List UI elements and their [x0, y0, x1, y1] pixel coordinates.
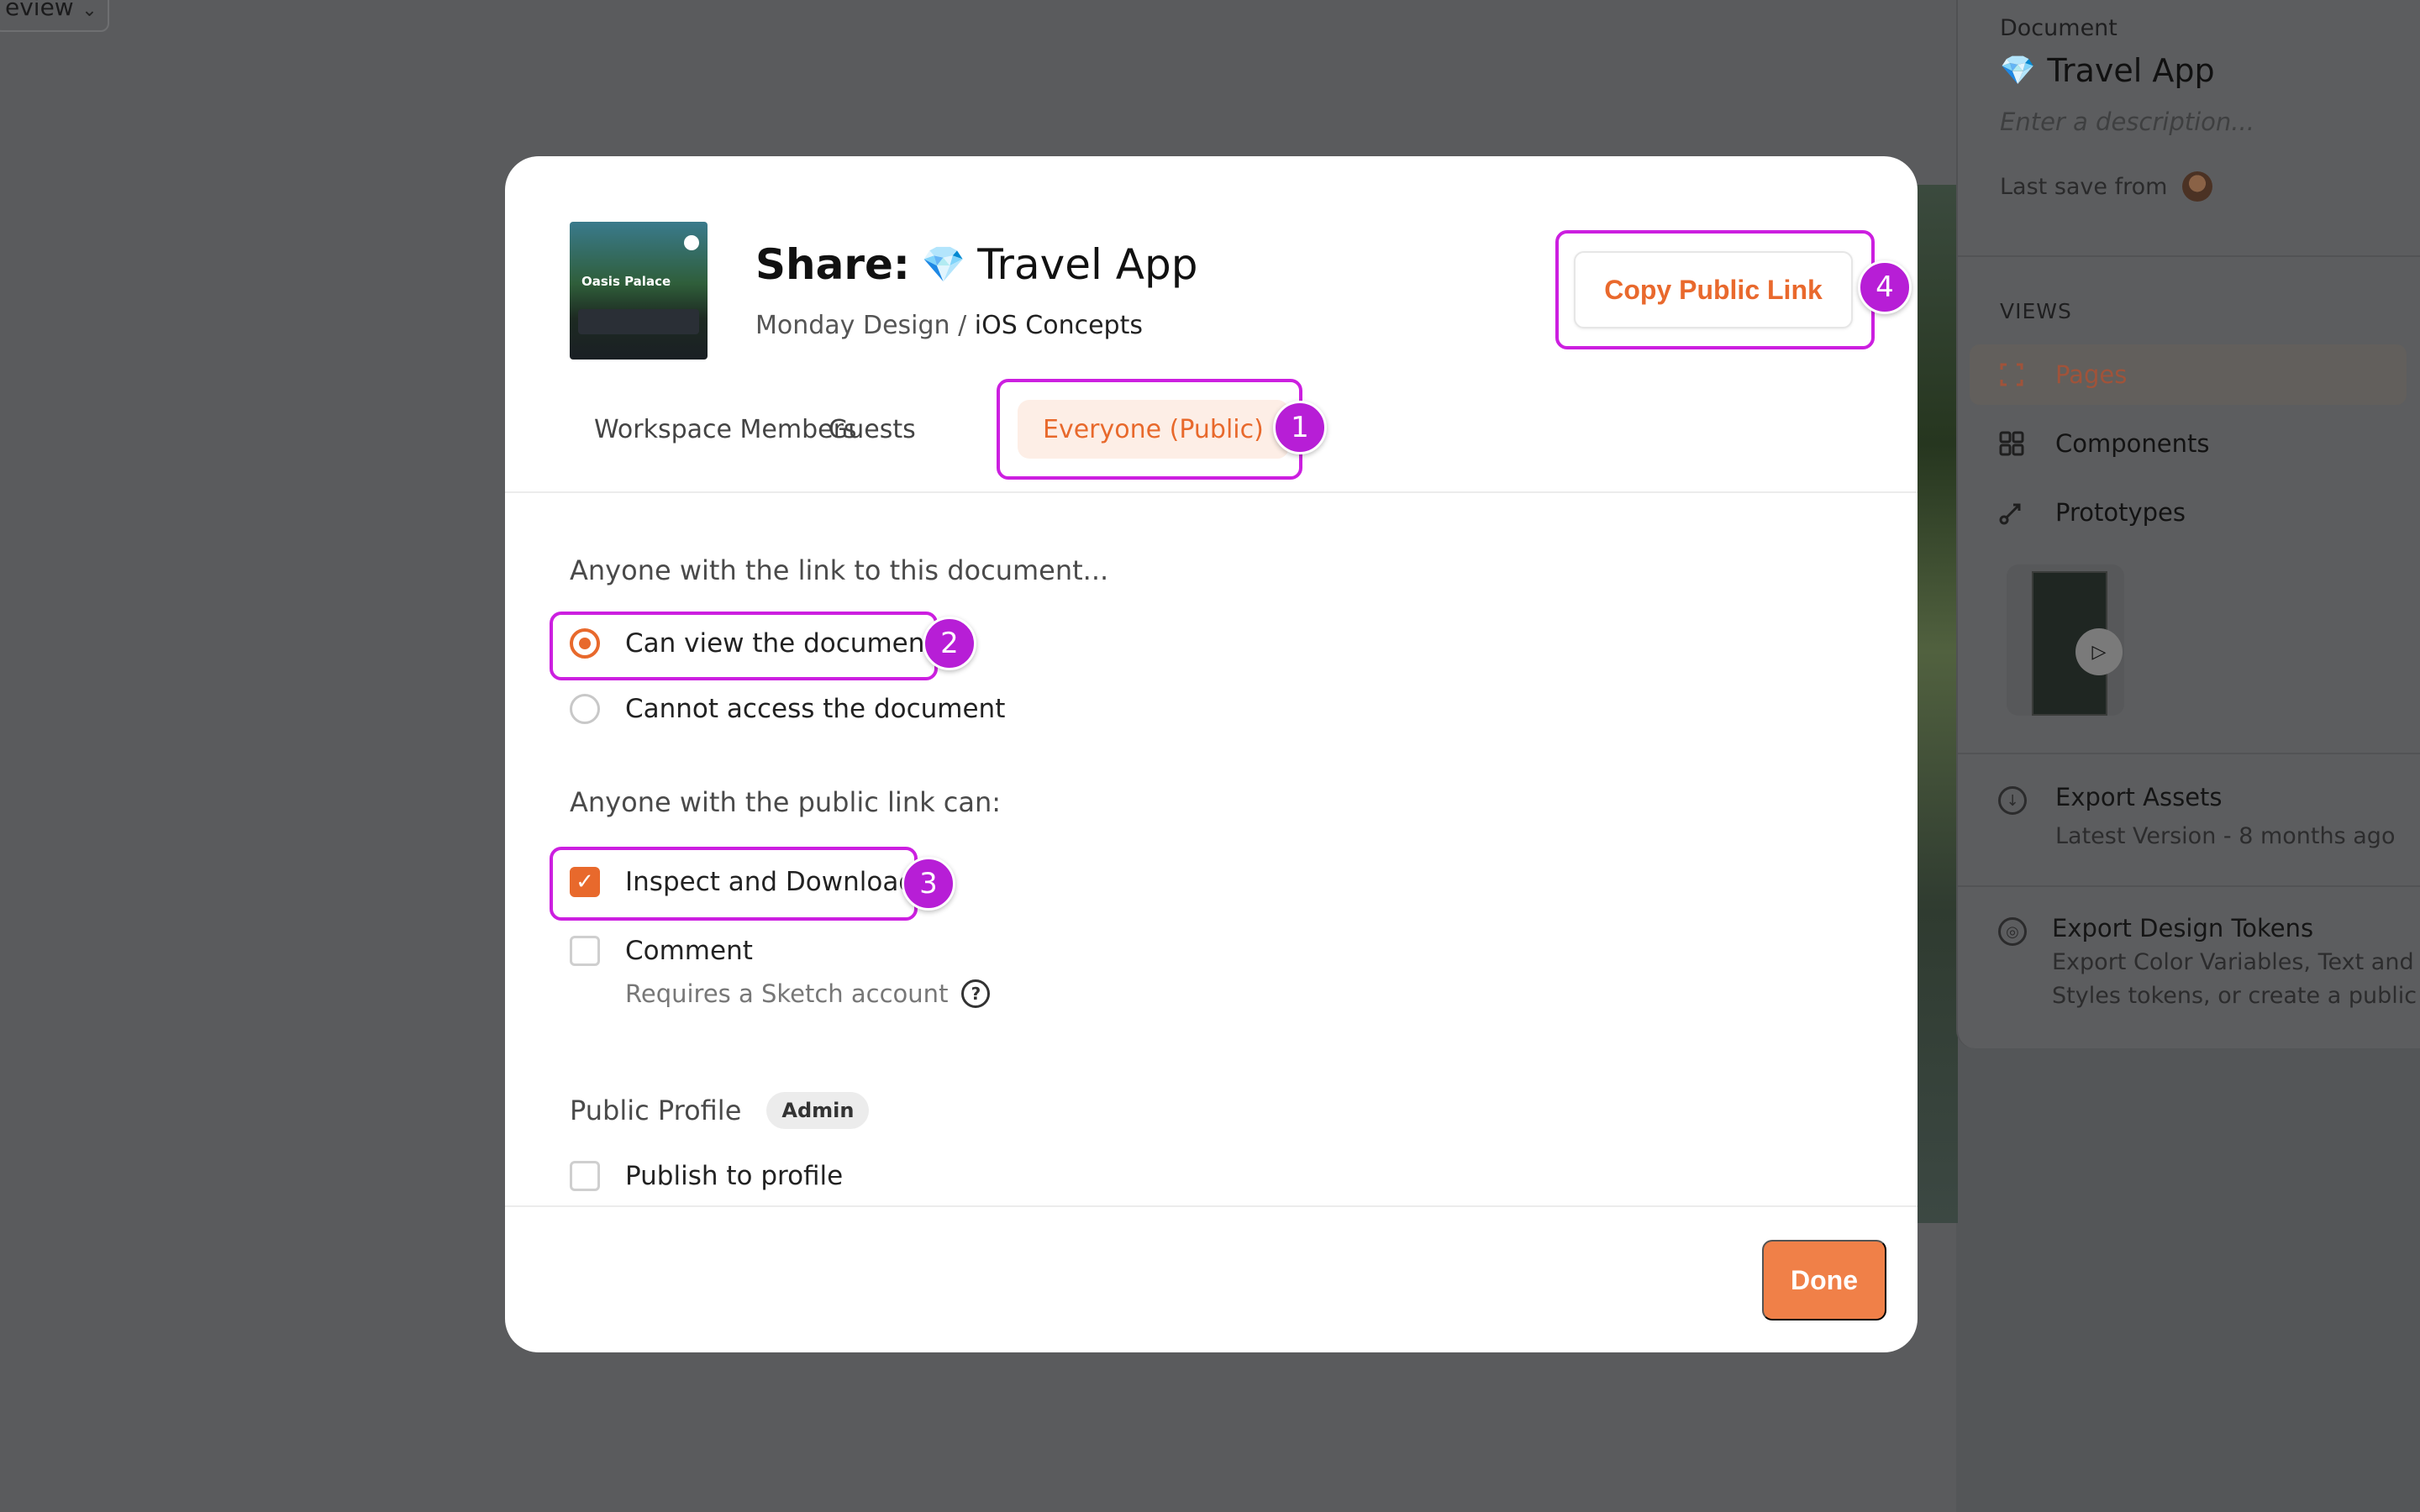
checkbox-comment[interactable]: Comment: [570, 936, 753, 966]
checkbox-label: Comment: [625, 936, 753, 966]
view-dropdown[interactable]: eview ⌄: [0, 0, 109, 32]
export-assets-title: Export Assets: [2055, 783, 2223, 811]
components-icon: [1995, 430, 2028, 457]
description-field[interactable]: Enter a description...: [2000, 108, 2254, 136]
thumbnail-bar: [578, 309, 699, 334]
share-dialog: Oasis Palace Share: 💎 Travel App Monday …: [505, 156, 1918, 1352]
sidebar-item-prototypes[interactable]: Prototypes: [1970, 482, 2407, 543]
last-save: Last save from: [2000, 171, 2213, 202]
checkbox-inspect-download[interactable]: ✓ Inspect and Download: [570, 867, 915, 897]
divider: [505, 491, 1918, 493]
export-tokens-subtitle-line: Styles tokens, or create a public: [2052, 983, 2417, 1009]
annotation-badge-1: 1: [1273, 401, 1327, 454]
breadcrumb-workspace[interactable]: Monday Design: [755, 311, 950, 340]
divider: [1958, 885, 2420, 887]
document-panel: Document 💎 Travel App Enter a descriptio…: [1956, 0, 2420, 1048]
gem-icon: 💎: [2000, 54, 2036, 87]
requirement-text: Requires a Sketch account: [625, 979, 949, 1008]
help-icon[interactable]: ?: [961, 979, 991, 1008]
thumbnail-dot: [684, 235, 699, 250]
radio-button-selected[interactable]: [570, 628, 600, 659]
avatar: [2182, 171, 2213, 202]
views-heading: VIEWS: [2000, 299, 2072, 323]
access-section-label: Anyone with the link to this document...: [570, 554, 1109, 586]
chevron-down-icon: ⌄: [82, 0, 97, 21]
export-design-tokens[interactable]: ◎ Export Design Tokens Export Color Vari…: [1998, 914, 2417, 1013]
thumbnail-title: Oasis Palace: [581, 274, 671, 289]
sidebar-item-label: Prototypes: [2055, 498, 2186, 527]
download-icon: ↓: [1998, 786, 2027, 815]
gem-icon: 💎: [921, 244, 966, 285]
radio-cannot-access[interactable]: Cannot access the document: [570, 694, 1005, 724]
checkbox-label: Inspect and Download: [625, 867, 916, 897]
radio-can-view[interactable]: Can view the document: [570, 628, 935, 659]
annotation-badge-3: 3: [902, 857, 955, 911]
canvas-artboard-preview: [1916, 185, 1958, 1223]
export-assets-subtitle: Latest Version - 8 months ago: [2055, 823, 2396, 849]
pages-icon: [1995, 361, 2028, 388]
breadcrumb-project[interactable]: iOS Concepts: [975, 311, 1143, 340]
view-dropdown-label: eview: [5, 0, 74, 21]
admin-badge: Admin: [766, 1092, 870, 1129]
sidebar-item-label: Pages: [2055, 360, 2128, 389]
sidebar-item-pages[interactable]: Pages: [1970, 344, 2407, 405]
play-icon[interactable]: ▷: [2075, 628, 2123, 675]
checkbox[interactable]: [570, 1161, 600, 1191]
prototypes-icon: [1995, 499, 2028, 526]
checkbox-label: Publish to profile: [625, 1161, 844, 1191]
prototype-thumbnail[interactable]: ▷: [2007, 564, 2124, 716]
radio-label: Cannot access the document: [625, 694, 1006, 724]
sidebar-item-components[interactable]: Components: [1970, 413, 2407, 474]
document-title-text: Travel App: [2047, 52, 2215, 89]
annotation-badge-4: 4: [1858, 260, 1912, 314]
export-tokens-title: Export Design Tokens: [2052, 914, 2314, 942]
radio-label: Can view the document: [625, 628, 935, 659]
checkbox-publish-profile[interactable]: Publish to profile: [570, 1161, 843, 1191]
document-label: Document: [2000, 15, 2118, 41]
public-profile-label: Public Profile: [570, 1095, 742, 1126]
export-assets[interactable]: ↓ Export Assets Latest Version - 8 month…: [1998, 783, 2396, 853]
dialog-title: Share: 💎 Travel App: [755, 240, 1197, 289]
tab-guests[interactable]: Guests: [803, 400, 941, 459]
breadcrumb: Monday Design / iOS Concepts: [755, 311, 1143, 340]
sidebar-item-label: Components: [2055, 429, 2210, 458]
divider: [1958, 753, 2420, 754]
public-profile-heading: Public Profile Admin: [570, 1092, 870, 1129]
permissions-section-label: Anyone with the public link can:: [570, 786, 1002, 818]
tokens-icon: ◎: [1998, 917, 2027, 946]
document-title: 💎 Travel App: [2000, 52, 2215, 89]
dialog-title-prefix: Share:: [755, 240, 910, 289]
last-save-label: Last save from: [2000, 173, 2168, 200]
checkbox-checked[interactable]: ✓: [570, 867, 600, 897]
tab-everyone-public[interactable]: Everyone (Public): [1018, 400, 1289, 459]
annotation-badge-2: 2: [923, 617, 976, 670]
comment-requirement-note: Requires a Sketch account ?: [625, 979, 991, 1008]
dialog-title-document: Travel App: [977, 240, 1198, 289]
copy-public-link-button[interactable]: Copy Public Link: [1574, 251, 1853, 328]
export-tokens-subtitle-line: Export Color Variables, Text and: [2052, 949, 2414, 975]
divider: [1958, 255, 2420, 257]
divider: [505, 1205, 1918, 1207]
done-button[interactable]: Done: [1762, 1240, 1886, 1320]
breadcrumb-separator: /: [950, 311, 975, 340]
document-thumbnail: Oasis Palace: [570, 222, 708, 360]
radio-button[interactable]: [570, 694, 600, 724]
export-tokens-subtitle: Export Color Variables, Text and Styles …: [2052, 946, 2417, 1013]
checkbox[interactable]: [570, 936, 600, 966]
